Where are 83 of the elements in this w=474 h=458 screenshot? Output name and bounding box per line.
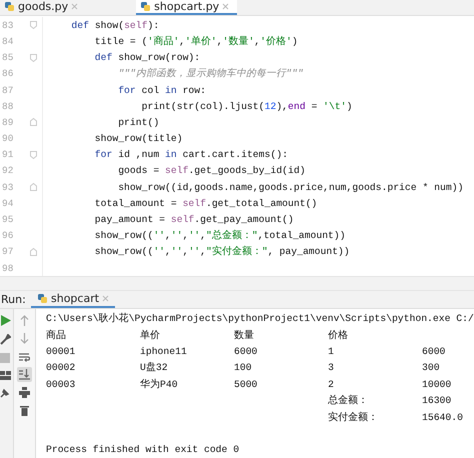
run-label: Run: <box>1 293 27 306</box>
wrench-icon[interactable] <box>0 334 11 346</box>
down-arrow-icon[interactable] <box>20 333 29 344</box>
line-number: 92 <box>1 165 14 176</box>
output-cell-text: 300 <box>422 362 441 374</box>
code-line: def show(self): <box>42 17 474 34</box>
code-line: show_row(('','','',"总金额：",total_amount)) <box>42 228 474 244</box>
code-line: pay_amount = self.get_pay_amount() <box>42 211 474 228</box>
code-line: print(str(col).ljust(12),end = '\t') <box>42 98 474 114</box>
output-cell-text: 华为P40 <box>140 378 179 391</box>
editor-tab[interactable]: shopcart.py <box>136 0 238 16</box>
python-file-icon <box>37 293 48 304</box>
output-cell-text: 价格 <box>328 328 349 342</box>
output-cell-text: 实付金额： <box>328 410 379 424</box>
line-number: 84 <box>1 36 14 47</box>
fold-icon[interactable] <box>30 118 36 126</box>
line-number: 91 <box>1 149 14 160</box>
tab-label[interactable]: goods.py <box>18 0 68 14</box>
line-number: 93 <box>1 182 14 193</box>
trash-icon[interactable] <box>20 405 29 416</box>
toolbar-button[interactable] <box>17 403 32 418</box>
tab-label[interactable]: shopcart.py <box>154 0 220 14</box>
run-icon[interactable] <box>0 315 11 326</box>
stop-icon[interactable] <box>0 353 10 364</box>
output-cell-text: U盘32 <box>140 361 169 374</box>
output-cell-text: 00001 <box>46 346 76 357</box>
output-cell-text: 16300 <box>422 395 452 406</box>
up-arrow-icon[interactable] <box>20 315 29 326</box>
output-cell-text: 商品 <box>46 328 67 342</box>
fold-icon[interactable] <box>30 150 36 159</box>
output-cell-text: iphone11 <box>140 346 188 357</box>
output-cell-text: 100 <box>234 362 253 374</box>
tab-label[interactable]: shopcart <box>51 292 100 306</box>
code-line: show_row((id,goods.name,goods.price,num,goods.price * num)) <box>42 179 474 196</box>
output-cell-text: 单价 <box>140 328 161 342</box>
python-file-icon <box>4 1 15 12</box>
layout-icon[interactable] <box>0 371 11 380</box>
line-number: 98 <box>1 262 14 274</box>
output-cell-text: 10000 <box>422 378 452 390</box>
line-number: 90 <box>1 133 14 144</box>
command-line: C:\Users\耿小花\PycharmProjects\pythonProject1\venv\Scripts\python.exe C:/ <box>46 312 474 326</box>
line-number: 87 <box>1 84 14 96</box>
exit-message: Process finished with exit code 0 <box>46 444 240 456</box>
code-line: show_row(title) <box>42 130 474 147</box>
code-line: total_amount = self.get_total_amount() <box>42 195 474 212</box>
line-number: 83 <box>1 20 14 31</box>
code-line: """内部函数，显示购物车中的每一行""" <box>42 66 474 82</box>
code-line: for id ,num in cart.cart.items(): <box>42 146 474 163</box>
output-cell-text: 00003 <box>46 378 76 390</box>
code-line: show_row(('','','',"实付金额：", pay_amount)) <box>42 244 474 260</box>
fold-icon[interactable] <box>30 21 36 30</box>
output-cell-text: 总金额： <box>328 394 369 408</box>
line-number: 95 <box>1 214 14 225</box>
output-cell-text: 2 <box>328 378 335 390</box>
code-line: goods = self.get_goods_by_id(id) <box>42 162 474 180</box>
fold-icon[interactable] <box>30 183 36 192</box>
fold-icon[interactable] <box>30 248 36 256</box>
output-cell-text: 15640.0 <box>422 412 464 423</box>
close-icon[interactable] <box>102 295 110 302</box>
code-line: for col in row: <box>42 82 474 98</box>
output-cell-text: 5000 <box>234 378 258 390</box>
python-file-icon <box>140 1 152 12</box>
code-line: def show_row(row): <box>42 50 474 66</box>
line-number: 89 <box>1 116 14 128</box>
output-cell-text: 6000 <box>234 346 258 357</box>
line-number: 94 <box>1 198 14 209</box>
code-line: title = ('商品','单价','数量','价格') <box>42 33 474 50</box>
fold-icon[interactable] <box>30 54 36 62</box>
output-cell-text: 6000 <box>422 346 446 357</box>
run-tab[interactable]: shopcart <box>31 290 116 308</box>
close-icon[interactable] <box>71 3 78 10</box>
output-cell-text: 3 <box>328 362 335 374</box>
output-cell-text: 数量 <box>234 328 255 342</box>
code-line: print() <box>42 114 474 130</box>
close-icon[interactable] <box>222 3 230 10</box>
output-cell-text: 1 <box>328 346 335 357</box>
line-number: 85 <box>1 52 14 64</box>
line-number: 97 <box>1 246 14 258</box>
output-cell-text: 00002 <box>46 362 76 374</box>
line-number: 86 <box>1 68 14 80</box>
editor-tab[interactable]: goods.py <box>0 0 86 16</box>
line-number: 96 <box>1 230 14 242</box>
line-number: 88 <box>1 100 14 112</box>
